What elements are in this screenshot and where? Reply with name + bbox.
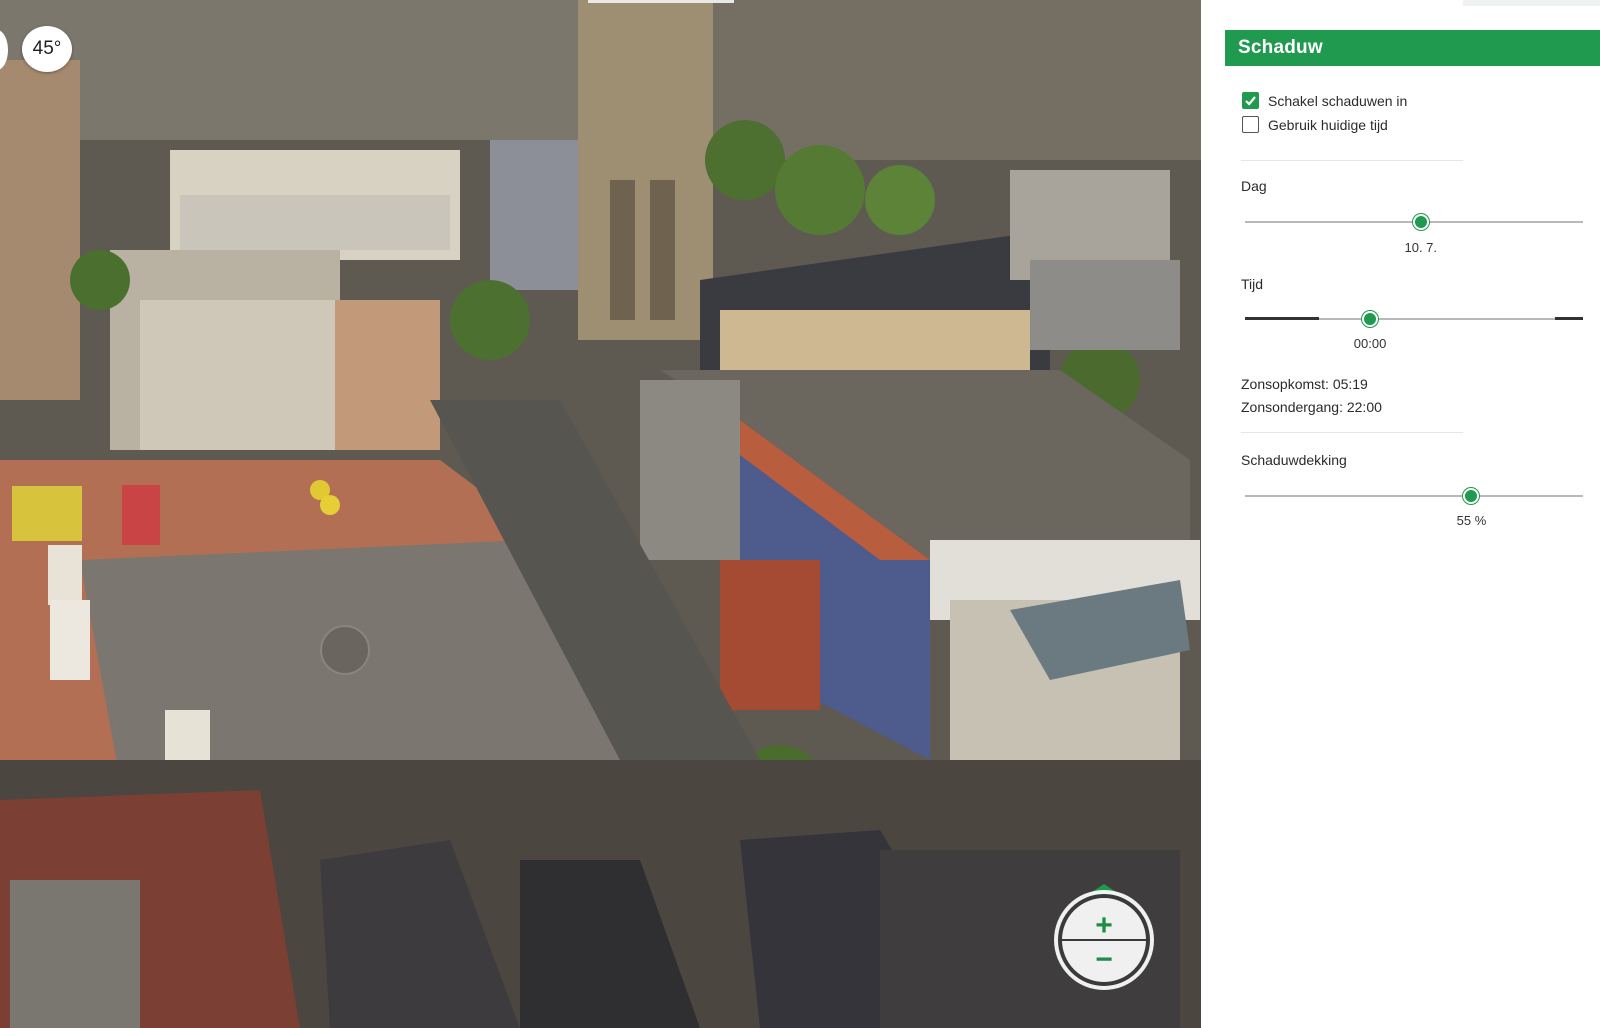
day-slider[interactable] bbox=[1245, 213, 1583, 231]
divider bbox=[1241, 160, 1463, 161]
time-slider[interactable] bbox=[1245, 310, 1583, 328]
shadow-panel: Schaduw Schakel schaduwen in Gebruik hui… bbox=[1201, 0, 1600, 1028]
use-current-time-label: Gebruik huidige tijd bbox=[1268, 116, 1388, 133]
panel-top-tab bbox=[1463, 0, 1600, 6]
day-label: Dag bbox=[1241, 178, 1267, 194]
divider bbox=[1241, 432, 1463, 433]
sunset-text: Zonsondergang: 22:00 bbox=[1241, 399, 1382, 415]
day-value: 10. 7. bbox=[1404, 240, 1438, 255]
zoom-in-button[interactable]: + bbox=[1084, 910, 1124, 942]
sunrise-text: Zonsopkomst: 05:19 bbox=[1241, 376, 1368, 392]
enable-shadows-label: Schakel schaduwen in bbox=[1268, 92, 1408, 109]
zoom-out-button[interactable]: − bbox=[1084, 944, 1124, 976]
night-segment-end bbox=[1555, 317, 1583, 320]
panel-title: Schaduw bbox=[1225, 30, 1600, 66]
use-current-time-option[interactable]: Gebruik huidige tijd bbox=[1242, 116, 1388, 133]
time-value: 00:00 bbox=[1353, 336, 1387, 351]
aerial-3d-scene bbox=[0, 0, 1201, 1028]
day-slider-thumb[interactable] bbox=[1412, 214, 1429, 230]
night-segment-start bbox=[1245, 317, 1319, 320]
time-slider-thumb[interactable] bbox=[1362, 311, 1379, 327]
shadow-coverage-label: Schaduwdekking bbox=[1241, 452, 1347, 468]
zoom-compass-control[interactable]: + − bbox=[1048, 876, 1160, 998]
enable-shadows-checkbox[interactable] bbox=[1242, 92, 1259, 109]
coverage-slider-thumb[interactable] bbox=[1463, 488, 1480, 504]
shadow-coverage-value: 55 % bbox=[1456, 513, 1487, 528]
time-label: Tijd bbox=[1241, 276, 1264, 292]
use-current-time-checkbox[interactable] bbox=[1242, 116, 1259, 133]
map-3d-view[interactable]: 45° + − bbox=[0, 0, 1201, 1028]
tilt-button[interactable]: 45° bbox=[22, 26, 72, 72]
shadow-coverage-slider[interactable] bbox=[1245, 487, 1583, 505]
coverage-slider-track bbox=[1245, 495, 1583, 497]
top-indicator bbox=[588, 0, 734, 3]
enable-shadows-option[interactable]: Schakel schaduwen in bbox=[1242, 92, 1407, 109]
checkmark-icon bbox=[1245, 96, 1256, 106]
